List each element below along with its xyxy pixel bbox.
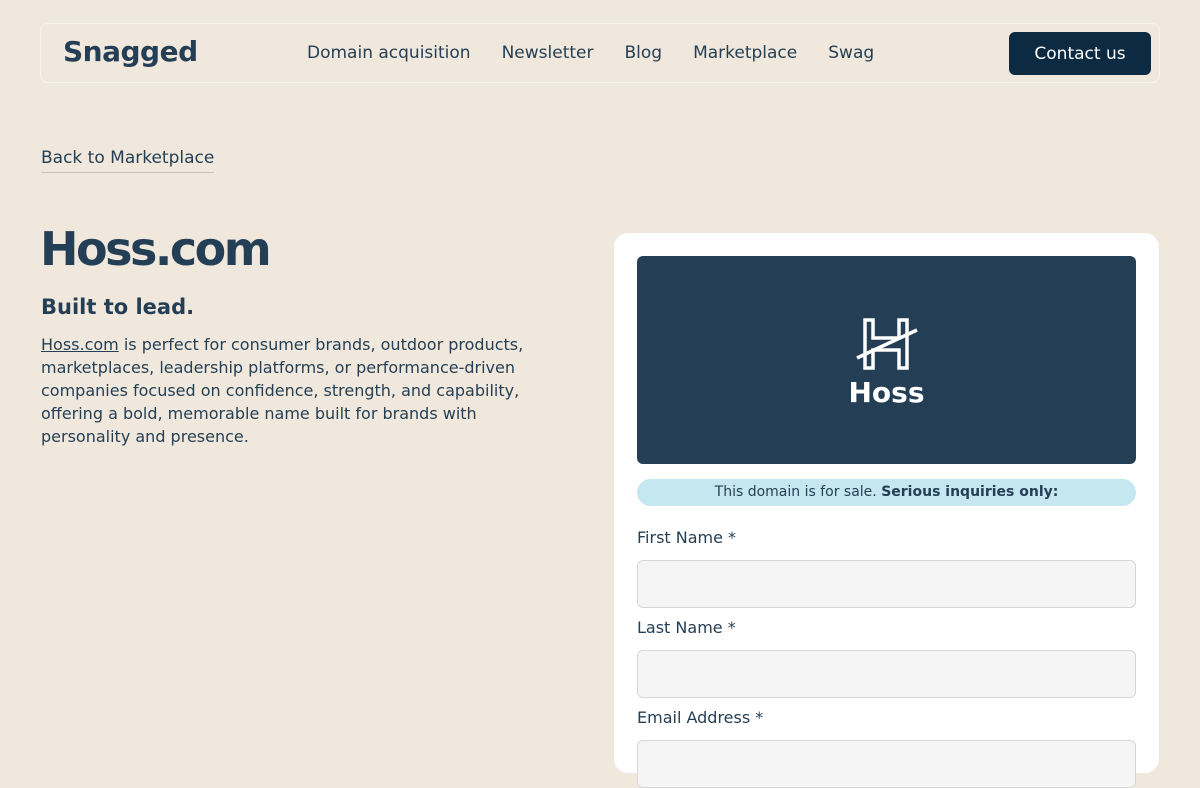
domain-description: Hoss.com is perfect for consumer brands,…: [41, 333, 561, 448]
last-name-field[interactable]: [637, 650, 1136, 698]
domain-link[interactable]: Hoss.com: [41, 335, 119, 354]
nav-blog[interactable]: Blog: [624, 42, 662, 64]
h-monogram-logo-icon: [856, 318, 918, 370]
nav-marketplace[interactable]: Marketplace: [693, 42, 797, 64]
first-name-label: First Name *: [637, 528, 737, 547]
email-label: Email Address *: [637, 708, 764, 727]
back-to-marketplace-link[interactable]: Back to Marketplace: [41, 148, 215, 173]
domain-tagline: Built to lead.: [41, 295, 195, 319]
sale-bold-text: Serious inquiries only:: [881, 484, 1059, 500]
brand-banner: Hoss: [637, 256, 1136, 464]
banner-brand-name: Hoss: [848, 376, 925, 409]
sale-text: This domain is for sale.: [714, 484, 877, 500]
for-sale-notice: This domain is for sale. Serious inquiri…: [637, 479, 1136, 506]
email-field[interactable]: [637, 740, 1136, 788]
nav-newsletter[interactable]: Newsletter: [502, 42, 594, 64]
nav-domain-acquisition[interactable]: Domain acquisition: [307, 42, 471, 64]
main-nav: Domain acquisition Newsletter Blog Marke…: [307, 42, 905, 64]
inquiry-card: Hoss This domain is for sale. Serious in…: [614, 233, 1159, 788]
snagged-logo[interactable]: Snagged: [63, 35, 198, 68]
first-name-field[interactable]: [637, 560, 1136, 608]
domain-title: Hoss.com: [40, 222, 272, 276]
last-name-label: Last Name *: [637, 618, 736, 637]
nav-swag[interactable]: Swag: [828, 42, 874, 64]
contact-us-button[interactable]: Contact us: [1009, 32, 1151, 75]
top-navbar: Snagged Domain acquisition Newsletter Bl…: [40, 23, 1160, 83]
